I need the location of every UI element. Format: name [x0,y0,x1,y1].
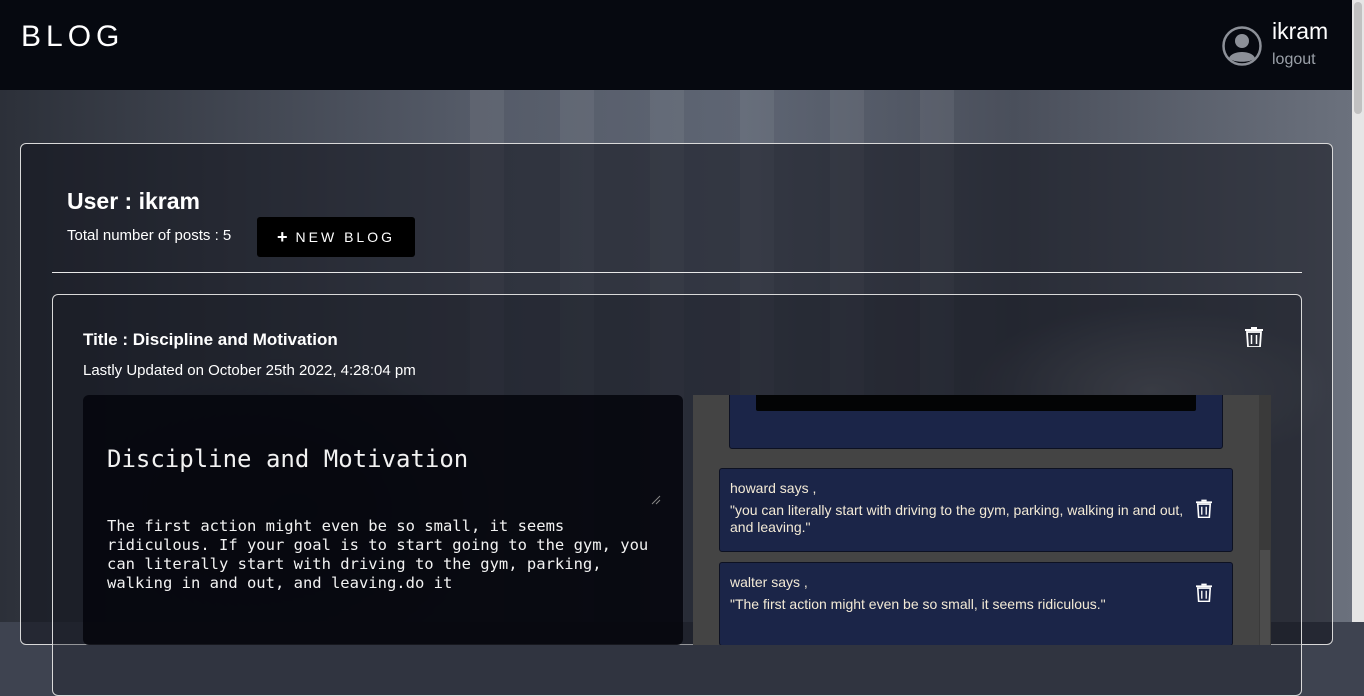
comments-scrollbar[interactable] [1259,395,1271,645]
comment-item: walter says , "The first action might ev… [719,562,1233,645]
comment-form: COMMENT [729,395,1223,449]
editor-body-field[interactable]: The first action might even be so small,… [107,517,667,593]
delete-comment-trash-icon[interactable] [1196,499,1212,518]
resize-handle-icon[interactable] [651,495,661,505]
post-count: Total number of posts : 5 [67,227,232,244]
profile-heading: User : ikram [67,188,200,214]
delete-comment-trash-icon[interactable] [1196,583,1212,602]
post-title: Title : Discipline and Motivation [83,330,338,349]
logout-link[interactable]: logout [1272,51,1316,69]
profile-panel: User : ikram Total number of posts : 5 +… [20,143,1333,696]
divider [52,272,1302,273]
comment-text: "you can literally start with driving to… [730,502,1184,535]
brand-logo[interactable]: BLOG [21,20,124,54]
comment-author: walter says , [730,574,808,590]
user-avatar-icon [1222,26,1262,66]
comment-text: "The first action might even be so small… [730,596,1106,612]
blog-editor[interactable]: Discipline and Motivation The first acti… [83,395,683,645]
post-card: Title : Discipline and Motivation Lastly… [52,294,1302,696]
header-username: ikram [1272,18,1329,44]
top-header: BLOG ikram logout [0,0,1352,90]
delete-post-trash-icon[interactable] [1245,327,1263,347]
post-updated-date: Lastly Updated on October 25th 2022, 4:2… [83,362,416,379]
comment-item: howard says , "you can literally start w… [719,468,1233,552]
comment-button[interactable]: COMMENT [756,395,1196,411]
page-scrollbar[interactable] [1352,0,1364,622]
comments-section[interactable]: COMMENT howard says , "you can literally… [693,395,1271,645]
new-blog-button[interactable]: + NEW BLOG [257,217,415,257]
comment-author: howard says , [730,480,817,496]
editor-title-field[interactable]: Discipline and Motivation [107,445,468,473]
new-blog-label: NEW BLOG [295,229,395,245]
plus-icon: + [277,226,288,247]
